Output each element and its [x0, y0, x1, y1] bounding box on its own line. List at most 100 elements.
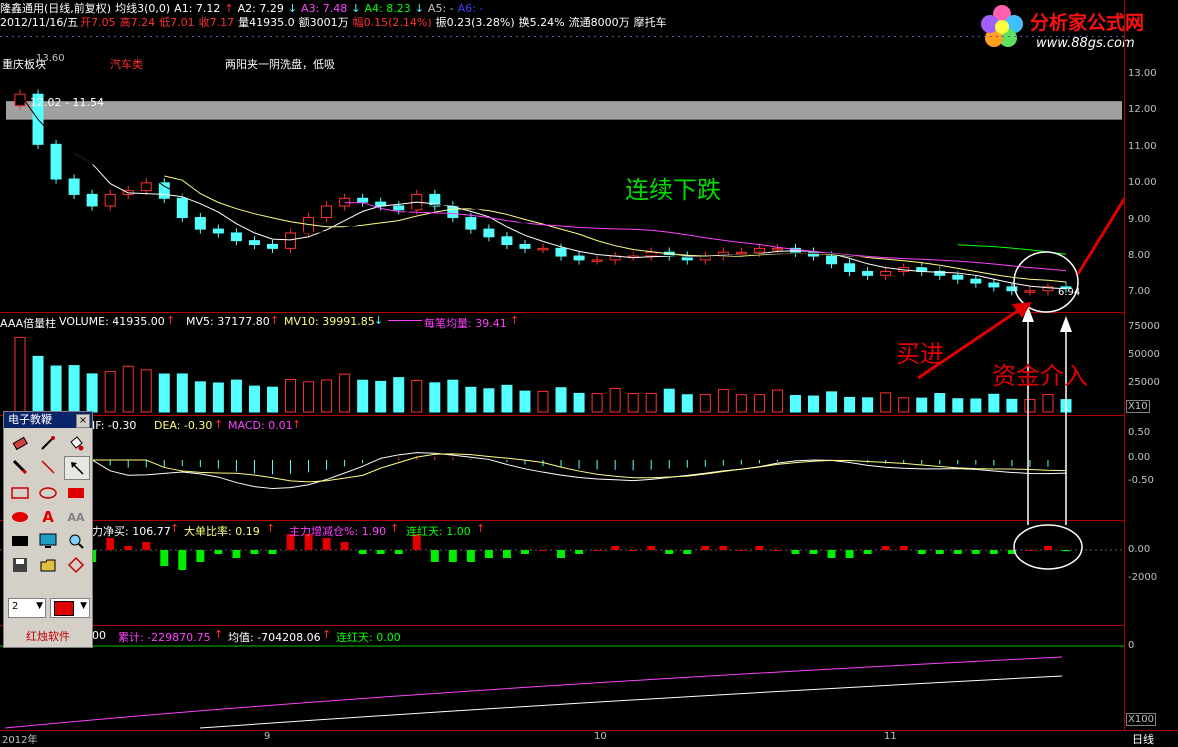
volume-tick: 75000 [1128, 321, 1160, 332]
volume-bar [285, 378, 297, 413]
cum-unit: X100 [1126, 713, 1156, 726]
save-icon[interactable] [8, 554, 32, 576]
volume-arrow-icon: ↑ [166, 314, 176, 327]
close-button[interactable]: × [76, 414, 90, 428]
flow-bar [917, 550, 926, 554]
candle-body [266, 244, 278, 249]
volume-bar [844, 396, 856, 413]
volume-bar [122, 365, 134, 413]
line-icon[interactable] [36, 456, 60, 478]
cum-tick: 0 [1128, 640, 1135, 651]
annotation-fund-entry: 资金介入 [992, 362, 1088, 390]
electronic-pointer-panel[interactable]: 电子教鞭 × A AA 2 ▼ ▼ 红烛软件 [3, 411, 93, 648]
volume-tick: 50000 [1128, 349, 1160, 360]
candle-body [483, 228, 495, 238]
volume-bar [86, 373, 98, 413]
pencil-icon[interactable] [8, 456, 32, 478]
dif-label: IF: -0.30 [92, 419, 137, 432]
macd-tick: 0.50 [1128, 427, 1151, 438]
flow-bar [575, 550, 584, 554]
candle-body [952, 274, 964, 280]
flow-bar [394, 550, 403, 554]
arrow-head-right [1060, 316, 1072, 332]
price-tick: 8.00 [1128, 250, 1151, 261]
ellipse-icon[interactable] [36, 482, 60, 504]
candle-body [826, 255, 838, 265]
color-swatch [54, 601, 74, 616]
annotation-buy: 买进 [896, 340, 944, 368]
candle-body [212, 228, 224, 234]
volume-tick: 25000 [1128, 377, 1160, 388]
flow-bar [863, 550, 872, 554]
open-icon[interactable] [36, 554, 60, 576]
volume-bar [591, 393, 603, 413]
volume-bar [465, 386, 477, 413]
text-icon[interactable]: A [36, 506, 60, 528]
rectangle-icon[interactable] [8, 482, 32, 504]
volume-bar [393, 377, 405, 413]
filled-rect-icon[interactable] [64, 482, 88, 504]
flow-red-days-arrow-icon: ↑ [476, 522, 486, 535]
diamond-icon[interactable] [64, 554, 88, 576]
panel-title-bar[interactable]: 电子教鞭 × [4, 412, 92, 428]
flow-bar [322, 538, 331, 550]
price-chart[interactable] [0, 0, 1124, 730]
candle-body [140, 182, 152, 192]
volume-bar [699, 394, 711, 413]
flow-bar [448, 550, 457, 562]
flow-bar [484, 550, 493, 558]
flow-bar [557, 550, 566, 558]
candle-body [519, 244, 531, 249]
zoom-icon[interactable] [64, 530, 88, 552]
flow-tick: 0.00 [1128, 544, 1151, 555]
x-label-oct: 10 [594, 731, 607, 742]
color-select[interactable]: ▼ [50, 598, 90, 618]
volume-bar [1024, 398, 1036, 413]
flow-bar [629, 550, 638, 551]
candle-body [104, 193, 116, 207]
cum-avg-label: 均值: -704208.06 [228, 631, 321, 644]
avg-volume-label: 每笔均量: 39.41 [424, 317, 507, 330]
filled-ellipse-icon[interactable] [8, 506, 32, 528]
candle-body [285, 232, 297, 249]
flow-bar [953, 550, 962, 554]
macd-spacer [19, 93, 1067, 286]
volume-bar [321, 379, 333, 413]
annotation-continuous-fall: 连续下跌 [625, 176, 721, 204]
flow-bar [106, 538, 115, 550]
black-rect-icon[interactable] [8, 530, 32, 552]
cum-prefix-label: 00 [92, 629, 106, 642]
volume-bar [988, 393, 1000, 413]
volume-bar [663, 388, 675, 413]
candle-body [86, 193, 98, 207]
price-tick: 7.00 [1128, 286, 1151, 297]
screen-icon[interactable] [36, 530, 60, 552]
volume-bar [32, 355, 44, 413]
pen-icon[interactable] [36, 432, 60, 454]
line-width-value: 2 [12, 601, 19, 612]
candle-body [862, 270, 874, 276]
period-label[interactable]: 日线 [1132, 731, 1154, 747]
candle-body [50, 143, 62, 180]
flow-bar [683, 550, 692, 554]
panel-footer: 红烛软件 [26, 630, 70, 643]
volume-bar [303, 381, 315, 413]
volume-bar [1042, 394, 1054, 413]
line-width-select[interactable]: 2 ▼ [8, 598, 46, 618]
mv5-arrow-icon: ↑ [270, 314, 280, 327]
cum-line [4, 656, 1063, 729]
volume-bar [970, 398, 982, 413]
candle-body [501, 236, 513, 245]
dea-line [20, 453, 1067, 483]
font-icon[interactable]: AA [64, 506, 88, 528]
volume-bar [808, 395, 820, 413]
flow-bar [899, 546, 908, 550]
fill-icon[interactable] [64, 432, 88, 454]
eraser-icon[interactable] [8, 432, 32, 454]
volume-bar [375, 380, 387, 413]
flow-bar [881, 546, 890, 550]
volume-bar [176, 373, 188, 413]
arrow-icon[interactable] [64, 456, 90, 480]
flow-red-days-label: 连红天: 1.00 [406, 525, 471, 538]
avg-volume-line-icon [388, 320, 422, 321]
